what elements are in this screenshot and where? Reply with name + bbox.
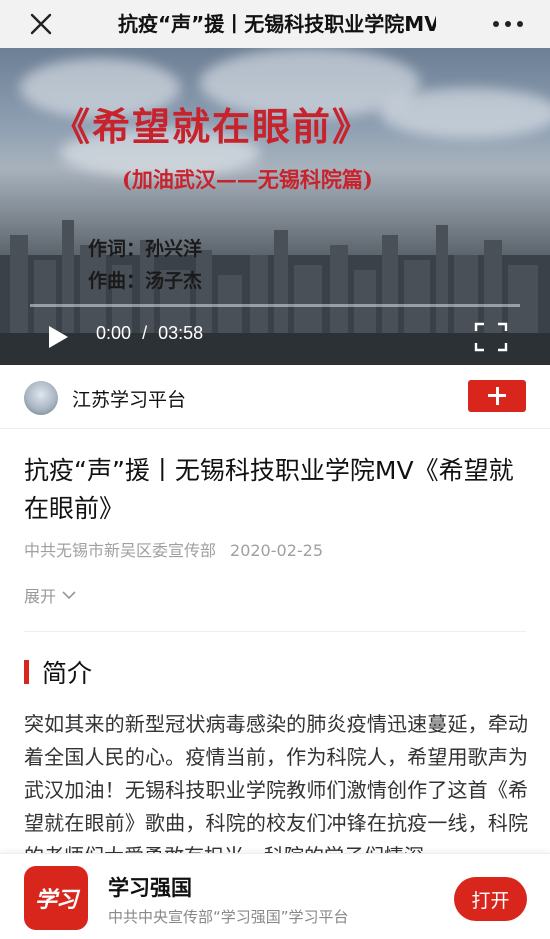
time-separator: / (142, 323, 148, 343)
close-icon[interactable] (26, 9, 56, 39)
open-app-button[interactable]: 打开 (454, 877, 527, 921)
follow-button[interactable] (468, 380, 526, 412)
play-icon[interactable] (47, 325, 69, 349)
divider (24, 631, 526, 632)
video-time: 0:00 / 03:58 (96, 323, 203, 344)
more-dots-icon[interactable] (490, 14, 526, 34)
video-player[interactable]: 《希望就在眼前》 (加油武汉——无锡科院篇) 作词：孙兴洋 作曲：汤子杰 0:0… (0, 48, 550, 365)
article-title: 抗疫“声”援丨无锡科技职业学院MV《希望就在眼前》 (24, 456, 514, 523)
app-logo: 学习 (24, 866, 88, 930)
top-bar: 抗疫“声”援丨无锡科技职业学院MV《希望就在眼前》 (0, 0, 550, 48)
section-heading: 简介 (24, 656, 92, 688)
page-title: 抗疫“声”援丨无锡科技职业学院MV《希望就在眼前》 (118, 12, 436, 36)
app-name: 学习强国 (108, 876, 192, 900)
duration: 03:58 (158, 323, 204, 343)
channel-row: 江苏学习平台 (0, 365, 550, 429)
app-download-banner: 学习 学习强国 中共中央宣传部“学习强国”学习平台 打开 (0, 853, 550, 939)
expand-label: 展开 (24, 587, 57, 606)
section-title: 简介 (42, 659, 93, 688)
article-source: 中共无锡市新吴区委宣传部 (24, 541, 217, 560)
fullscreen-icon[interactable] (474, 322, 508, 352)
poster-composer: 作曲：汤子杰 (88, 270, 203, 292)
chevron-down-icon (62, 591, 76, 600)
city-skyline-image (0, 220, 550, 365)
poster-subtitle: (加油武汉——无锡科院篇) (122, 167, 373, 192)
section-accent-bar (24, 660, 29, 684)
article-meta: 中共无锡市新吴区委宣传部 2020-02-25 (24, 537, 323, 561)
expand-button[interactable]: 展开 (24, 583, 76, 607)
avatar[interactable] (24, 381, 58, 415)
poster-lyricist: 作词：孙兴洋 (88, 238, 203, 260)
article-intro: 突如其来的新型冠状病毒感染的肺炎疫情迅速蔓延，牵动着全国人民的心。疫情当前，作为… (24, 712, 528, 853)
app-description: 中共中央宣传部“学习强国”学习平台 (108, 908, 349, 926)
video-progress-bar[interactable] (30, 304, 520, 307)
poster-title: 《希望就在眼前》 (52, 104, 373, 149)
article-date: 2020-02-25 (230, 541, 323, 560)
current-time: 0:00 (96, 323, 132, 343)
channel-name[interactable]: 江苏学习平台 (72, 385, 186, 412)
